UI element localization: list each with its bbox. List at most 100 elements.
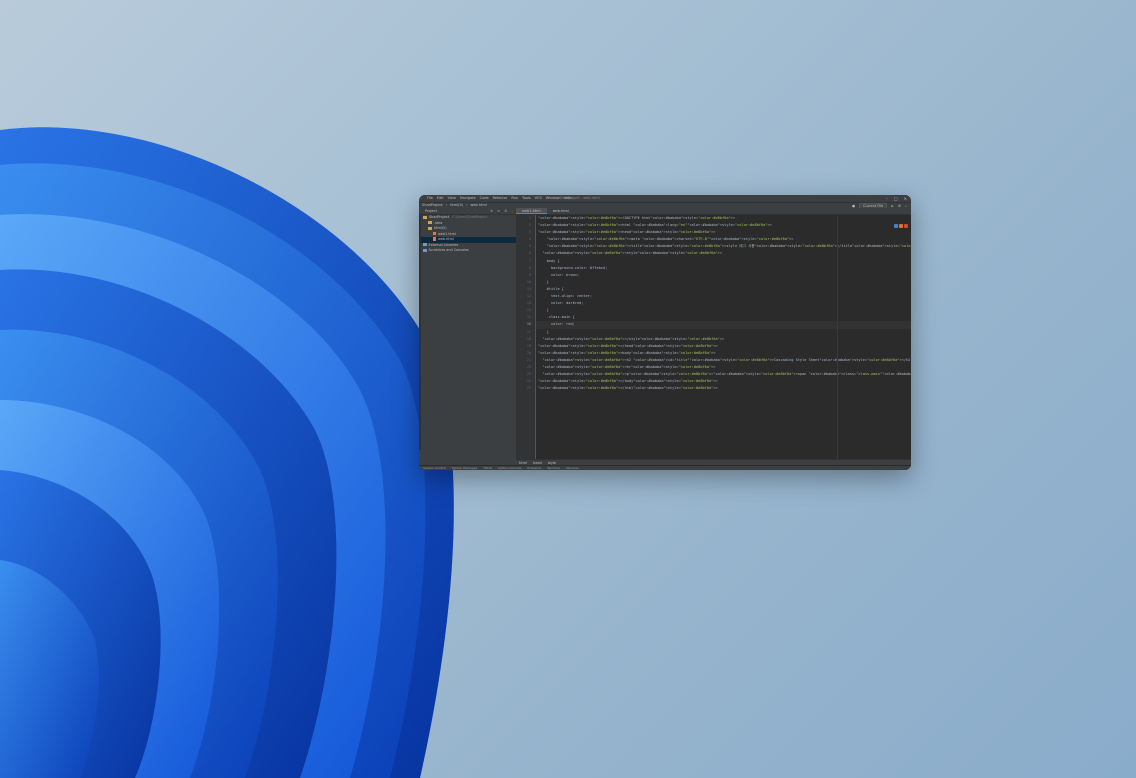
line-number: 24 — [526, 379, 531, 384]
code-line[interactable]: } — [536, 279, 911, 286]
code-line[interactable]: "color:#bababa">style="color:#e8bf6a"><b… — [536, 350, 911, 357]
code-line[interactable]: color: brown; — [536, 272, 911, 279]
menu-vcs[interactable]: VCS — [535, 196, 542, 200]
line-number: 22 — [526, 364, 531, 369]
code-line[interactable]: } — [536, 329, 911, 336]
line-number: 11 — [526, 286, 531, 291]
tool-window-strip — [419, 215, 421, 450]
close-icon[interactable]: ✕ — [904, 196, 907, 201]
window-controls: – □ ✕ — [886, 196, 907, 201]
line-number: 7 — [528, 258, 531, 263]
line-number: 25 — [526, 386, 531, 391]
code-line[interactable]: "color:#bababa">style="color:#e8bf6a"><p… — [536, 371, 911, 378]
status-item[interactable]: Version Control — [423, 466, 446, 470]
line-number: 19 — [526, 343, 531, 348]
code-line[interactable]: } — [536, 307, 911, 314]
tree-item-label: web1.html — [438, 231, 456, 236]
menu-tools[interactable]: Tools — [522, 196, 531, 200]
library-icon — [423, 243, 427, 246]
tab-web-html[interactable]: web.html — [547, 208, 575, 214]
browser-preview-icons — [894, 224, 908, 228]
code-line[interactable]: background-color: #f7ebcd; — [536, 265, 911, 272]
line-number: 20 — [526, 350, 531, 355]
code-line[interactable]: #title { — [536, 286, 911, 293]
menu-code[interactable]: Code — [480, 196, 489, 200]
code-line[interactable]: "color:#bababa">style="color:#e8bf6a"><h… — [536, 357, 911, 364]
status-item[interactable]: Services — [566, 466, 579, 470]
line-number: 1 — [528, 216, 531, 220]
line-number: 16 — [526, 322, 531, 327]
code-line[interactable]: "color:#bababa">style="color:#e8bf6a"></… — [536, 378, 911, 385]
folder-icon — [428, 221, 432, 224]
status-item[interactable]: Python Packages — [452, 466, 477, 470]
status-item[interactable]: Terminal — [547, 466, 560, 470]
line-number-gutter: 1 2 3 4 5 6 7 8 9 10 11 12 13 14 15 16 17 18 19 20 21 22 23 24 2… — [516, 215, 536, 460]
menu-refactor[interactable]: Refactor — [493, 196, 508, 200]
library-icon — [423, 248, 427, 252]
code-line[interactable]: "color:#bababa">style="color:#e8bf6a"></… — [536, 385, 911, 392]
code-line[interactable]: "color:#bababa">style="color:#e8bf6a"></… — [536, 343, 911, 350]
code-line[interactable]: text-align: center; — [536, 293, 911, 300]
tree-item-path: C:\Users\ShadProject — [452, 215, 488, 219]
folder-icon — [423, 215, 427, 219]
title-bar: File Edit View Navigate Code Refactor Ru… — [419, 195, 911, 202]
collapse-icon[interactable]: ≡ — [497, 208, 500, 214]
menu-edit[interactable]: Edit — [437, 196, 444, 200]
code-line[interactable]: "color:#bababa">style="color:#e8bf6a"><h… — [536, 229, 911, 236]
menu-navigate[interactable]: Navigate — [460, 196, 476, 200]
window-title: ShadProject - web.html — [559, 196, 600, 200]
folder-icon — [428, 226, 432, 230]
code-line[interactable]: "color:#bababa">style="color:#e8bf6a"><m… — [536, 236, 911, 243]
code-line[interactable]: "color:#bababa">style="color:#e8bf6a"><t… — [536, 243, 911, 250]
minimize-icon[interactable]: – — [886, 196, 888, 201]
line-number: 15 — [526, 315, 531, 320]
code-editor[interactable]: "color:#bababa">style="color:#e8bf6a"><!… — [536, 215, 911, 460]
editor-tabs: web1.html web.html — [516, 208, 911, 215]
tree-item-label: web.html — [438, 237, 454, 241]
tab-web1-html[interactable]: web1.html — [516, 208, 547, 214]
opera-icon[interactable] — [904, 224, 908, 228]
ide-window: File Edit View Navigate Code Refactor Ru… — [419, 195, 911, 470]
breadcrumb: ShadProject › html(5) › web.html — [422, 203, 487, 207]
code-line[interactable]: body { — [536, 258, 911, 265]
menu-run[interactable]: Run — [511, 196, 518, 200]
status-item[interactable]: TODO — [483, 466, 492, 470]
code-line[interactable]: color: darkred; — [536, 300, 911, 307]
project-tree: ShadProject C:\Users\ShadProject .idea html… — [419, 215, 516, 254]
chrome-icon[interactable] — [894, 224, 898, 228]
breadcrumb-file[interactable]: web.html — [471, 203, 487, 207]
line-number: 17 — [526, 329, 531, 334]
line-number: 2 — [528, 223, 531, 228]
line-number: 23 — [526, 372, 531, 377]
line-number: 4 — [528, 237, 531, 242]
code-line[interactable]: .class-main { — [536, 314, 911, 321]
project-panel-title[interactable]: Project — [425, 208, 437, 214]
menu-view[interactable]: View — [448, 196, 456, 200]
line-number: 5 — [528, 244, 531, 249]
tree-item-label: .idea — [434, 220, 443, 225]
code-line[interactable]: color: red; — [536, 321, 911, 329]
breadcrumb-folder[interactable]: html(5) — [450, 203, 463, 207]
code-line[interactable]: "color:#bababa">style="color:#e8bf6a"></… — [536, 336, 911, 343]
status-bar: Version Control Python Packages TODO Python… — [419, 465, 911, 470]
project-panel: Project ⊕ ≡ ⚙ – ShadProject C:\Users\Shad… — [419, 208, 517, 466]
project-panel-tools: ⊕ ≡ ⚙ – — [490, 208, 516, 214]
hide-icon[interactable]: – — [511, 208, 513, 214]
right-margin-guide — [837, 215, 838, 460]
gear-icon[interactable]: ⚙ — [504, 208, 507, 214]
firefox-icon[interactable] — [899, 224, 903, 228]
status-item[interactable]: Python Console — [498, 466, 521, 470]
menu-file[interactable]: File — [427, 196, 433, 200]
status-item[interactable]: Problems — [527, 466, 541, 470]
code-line[interactable]: "color:#bababa">style="color:#e8bf6a"><h… — [536, 364, 911, 371]
line-number: 3 — [528, 230, 531, 235]
code-line[interactable]: "color:#bababa">style="color:#e8bf6a"><!… — [536, 215, 911, 222]
menu-window[interactable]: Window — [546, 196, 560, 200]
maximize-icon[interactable]: □ — [894, 196, 898, 201]
code-line[interactable]: "color:#bababa">style="color:#e8bf6a"><s… — [536, 250, 911, 257]
line-number: 13 — [526, 301, 531, 306]
tree-item[interactable]: Scratches and Consoles — [419, 248, 516, 254]
breadcrumb-project[interactable]: ShadProject — [422, 203, 443, 207]
locate-icon[interactable]: ⊕ — [490, 208, 493, 214]
code-line[interactable]: "color:#bababa">style="color:#e8bf6a"><h… — [536, 222, 911, 229]
